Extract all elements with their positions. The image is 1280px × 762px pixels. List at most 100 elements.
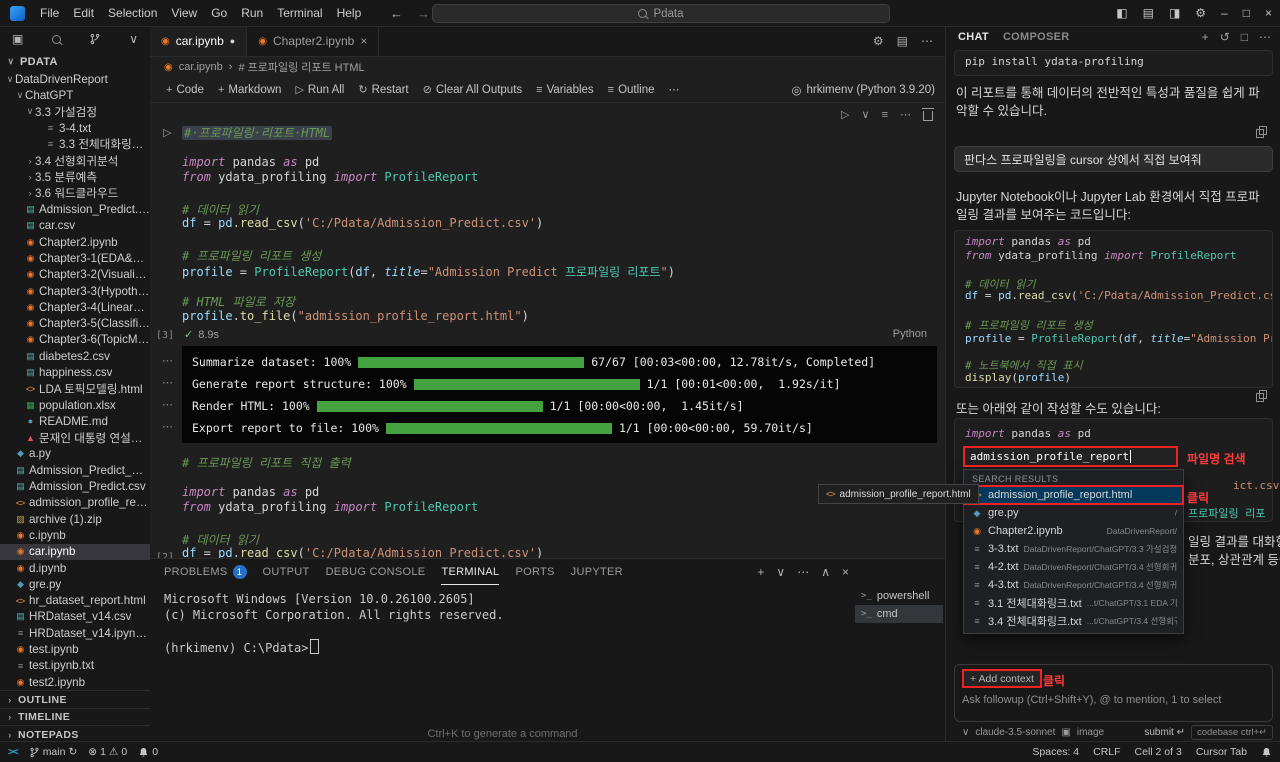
tree-item[interactable]: ◉ Chapter3-2(Visualization)...: [0, 267, 150, 283]
tree-item[interactable]: ≡ test.ipynb.txt: [0, 658, 150, 674]
close-panel-icon[interactable]: ×: [842, 565, 849, 579]
tree-item[interactable]: ∨ 3.3 가설검정: [0, 104, 150, 120]
settings-gear-icon[interactable]: ⚙: [1195, 6, 1206, 20]
cursor-tab-indicator[interactable]: Cursor Tab: [1196, 746, 1247, 758]
menu-selection[interactable]: Selection: [101, 6, 164, 20]
tree-item[interactable]: ● README.md: [0, 413, 150, 429]
code-cell-2[interactable]: # 프로파일링 리포트 직접 출력 import pandas as pd fro…: [182, 454, 543, 558]
terminal-instance-powershell[interactable]: >_ powershell: [855, 587, 943, 605]
breadcrumb-section[interactable]: # 프로파일링 리포트 HTML: [238, 59, 364, 75]
image-icon[interactable]: ▣: [1061, 727, 1070, 738]
restart-kernel-button[interactable]: ↻ Restart: [352, 83, 414, 97]
git-branch-indicator[interactable]: main ↻: [29, 746, 77, 758]
tree-item[interactable]: ≡ 3-4.txt: [0, 120, 150, 136]
tree-item[interactable]: ◆ gre.py: [0, 576, 150, 592]
search-result-item[interactable]: ≡ 4-2.txt DataDrivenReport/ChatGPT/3.4 선형회…: [964, 558, 1183, 576]
tree-item[interactable]: › 3.5 분류예측: [0, 169, 150, 185]
tree-item[interactable]: ◆ a.py: [0, 446, 150, 462]
cell-more-icon[interactable]: ⋯: [900, 108, 911, 121]
add-markdown-cell-button[interactable]: + Markdown: [212, 84, 288, 96]
tree-item[interactable]: ▤ car.csv: [0, 218, 150, 234]
output-menu-icon[interactable]: ⋯: [162, 394, 173, 416]
code-cell-1[interactable]: #·프로파일링·리포트·HTML import pandas as pd from…: [182, 124, 675, 324]
tree-item[interactable]: ≡ 3.3 전체대화링크.txt: [0, 136, 150, 152]
tree-item[interactable]: ◉ d.ipynb: [0, 560, 150, 576]
sidebar-section-outline[interactable]: › OUTLINE: [0, 690, 150, 708]
tree-item[interactable]: ▤ Admission_Predict.csv: [0, 478, 150, 494]
breadcrumb[interactable]: ◉ car.ipynb › # 프로파일링 리포트 HTML: [150, 57, 945, 77]
tree-item[interactable]: ◉ Chapter3-6(TopicModeli...: [0, 332, 150, 348]
tree-item[interactable]: ◉ Chapter2.ipynb: [0, 234, 150, 250]
chat-history-icon[interactable]: ↺: [1220, 30, 1230, 44]
sidebar-section-notepads[interactable]: › NOTEPADS: [0, 725, 150, 742]
model-chevron-icon[interactable]: ∨: [962, 727, 969, 738]
tree-item[interactable]: ◉ c.ipynb: [0, 527, 150, 543]
codebase-button[interactable]: codebase ctrl+↵: [1190, 725, 1273, 740]
toolbar-more-icon[interactable]: ⋯: [663, 83, 686, 96]
minimize-icon[interactable]: –: [1221, 6, 1228, 20]
explorer-section-header[interactable]: ∨ PDATA: [0, 52, 150, 71]
menu-help[interactable]: Help: [330, 6, 369, 20]
views-chevron-icon[interactable]: ∨: [129, 32, 138, 46]
menu-go[interactable]: Go: [204, 6, 234, 20]
panel-tab-debug-console[interactable]: DEBUG CONSOLE: [326, 559, 426, 585]
breadcrumb-file[interactable]: car.ipynb: [179, 61, 223, 73]
search-result-item[interactable]: ◉ Chapter2.ipynb DataDrivenReport/: [964, 522, 1183, 540]
file-search-input[interactable]: admission_profile_report: [963, 446, 1178, 467]
command-center-search[interactable]: Pdata: [432, 4, 890, 23]
kernel-picker[interactable]: ◎ hrkimenv (Python 3.9.20): [791, 83, 935, 97]
clear-outputs-button[interactable]: ⊘ Clear All Outputs: [417, 83, 529, 97]
search-result-item[interactable]: <>admission_profile_report.html: [963, 485, 1184, 505]
add-code-cell-button[interactable]: + Code: [160, 84, 210, 96]
cell-menu-icon[interactable]: ≡: [882, 109, 888, 121]
outline-button[interactable]: ≡ Outline: [602, 84, 661, 96]
chat-tab-composer[interactable]: COMPOSER: [1003, 31, 1070, 43]
toggle-panel-icon[interactable]: ▤: [1143, 6, 1154, 20]
remote-indicator[interactable]: ><: [8, 747, 19, 758]
submit-button[interactable]: submit ↵: [1144, 727, 1185, 738]
tree-item[interactable]: ◉ Chapter3-1(EDA&Descrip...: [0, 250, 150, 266]
terminal-instance-cmd[interactable]: >_ cmd: [855, 605, 943, 623]
output-menu-icon[interactable]: ⋯: [162, 416, 173, 438]
cell-collapse-icon[interactable]: ∨: [862, 108, 870, 121]
execute-cell-icon[interactable]: ▷: [841, 108, 849, 121]
split-editor-icon[interactable]: ▤: [897, 34, 908, 48]
new-terminal-icon[interactable]: +: [757, 565, 764, 579]
terminal-dropdown-icon[interactable]: ∨: [776, 565, 785, 579]
chat-more-icon[interactable]: ⋯: [1259, 30, 1271, 44]
eol-indicator[interactable]: CRLF: [1093, 746, 1120, 758]
output-menu-icon[interactable]: ⋯: [162, 350, 173, 372]
search-result-item[interactable]: ◆ gre.py /: [964, 504, 1183, 522]
run-cell-icon[interactable]: ▷: [163, 126, 171, 139]
search-result-item[interactable]: ≡ 4-3.txt DataDrivenReport/ChatGPT/3.4 선형회…: [964, 576, 1183, 594]
run-all-button[interactable]: ▷ Run All: [289, 83, 350, 97]
panel-more-icon[interactable]: ⋯: [797, 565, 809, 579]
delete-cell-icon[interactable]: [922, 107, 934, 121]
search-result-item[interactable]: ≡ 3.1 전체대화링크.txt ...t/ChatGPT/3.1 EDA 기술통계…: [964, 594, 1183, 612]
back-icon[interactable]: ←: [390, 6, 403, 21]
variables-button[interactable]: ≡ Variables: [530, 84, 600, 96]
chat-input-placeholder[interactable]: Ask followup (Ctrl+Shift+Y), @ to mentio…: [962, 694, 1221, 706]
tree-item[interactable]: › 3.6 워드클라우드: [0, 185, 150, 201]
tree-item[interactable]: ▦ population.xlsx: [0, 397, 150, 413]
tree-item[interactable]: ◉ Chapter3-3(Hypothesis_t...: [0, 283, 150, 299]
tree-item[interactable]: ∨ DataDrivenReport: [0, 71, 150, 87]
tree-item[interactable]: <> LDA 토픽모델링.html: [0, 381, 150, 397]
tab-chapter2-ipynb[interactable]: ◉ Chapter2.ipynb ×: [247, 26, 380, 56]
copy-response-icon[interactable]: [1256, 126, 1267, 138]
tree-item[interactable]: ∨ ChatGPT: [0, 87, 150, 103]
maximize-panel-icon[interactable]: ∧: [821, 565, 830, 579]
tree-item[interactable]: ▤ HRDataset_v14.csv: [0, 609, 150, 625]
search-view-icon[interactable]: [51, 34, 61, 44]
tree-item[interactable]: ◉ car.ipynb: [0, 543, 150, 560]
tree-item[interactable]: ▤ happiness.csv: [0, 364, 150, 380]
sidebar-section-timeline[interactable]: › TIMELINE: [0, 707, 150, 726]
tab-car-ipynb[interactable]: ◉ car.ipynb ●: [150, 26, 248, 56]
copy-response-icon[interactable]: [1256, 390, 1267, 402]
add-context-button[interactable]: + Add context: [962, 669, 1042, 688]
menu-terminal[interactable]: Terminal: [270, 6, 329, 20]
tree-item[interactable]: ◉ Chapter3-5(Classification...: [0, 315, 150, 331]
tree-item[interactable]: ▤ Admission_Predict.csv: [0, 201, 150, 217]
indent-indicator[interactable]: Spaces: 4: [1032, 746, 1079, 758]
menu-file[interactable]: File: [33, 6, 66, 20]
